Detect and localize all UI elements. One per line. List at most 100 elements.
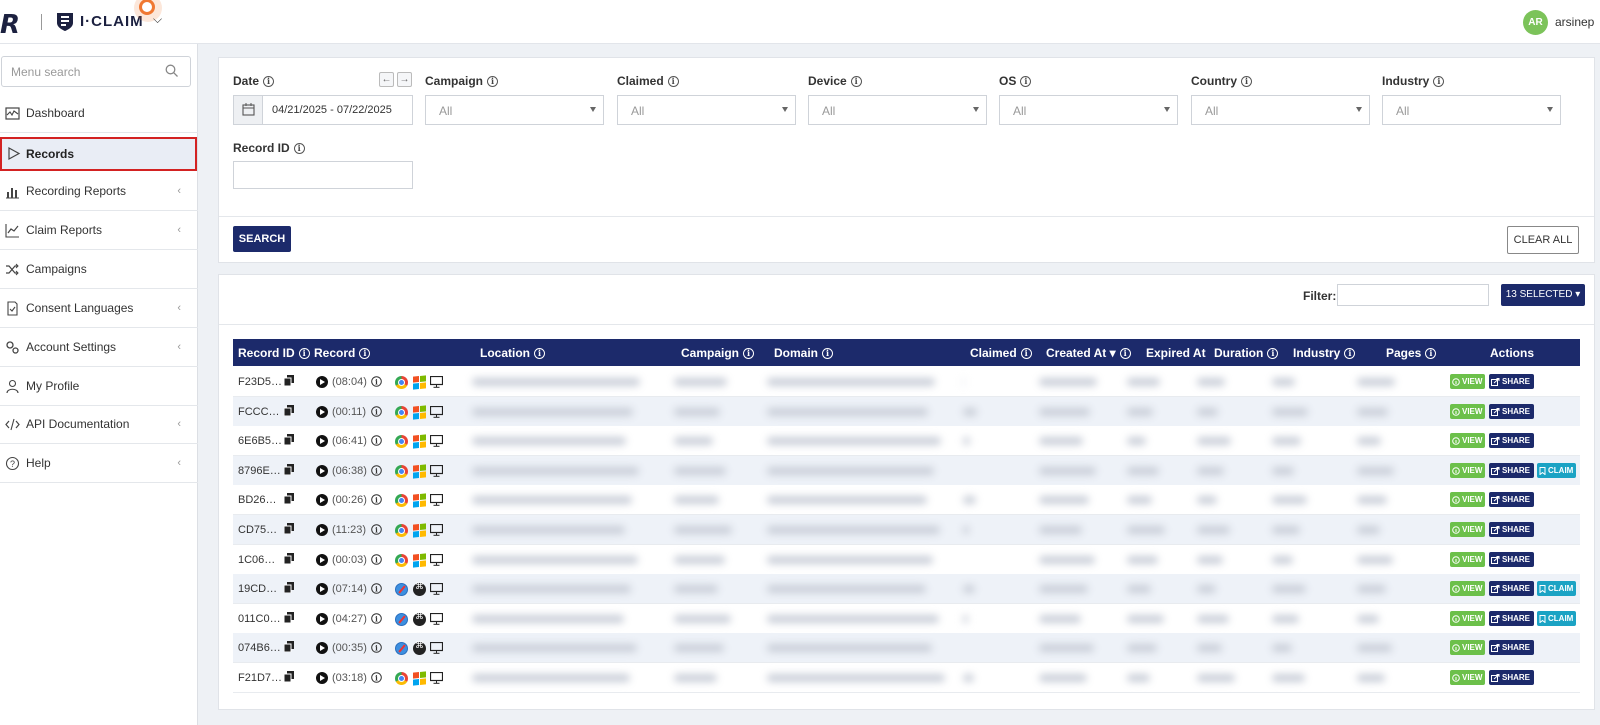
share-button[interactable]: SHARE [1489, 403, 1534, 419]
info-icon[interactable]: i [371, 583, 382, 597]
copy-icon[interactable] [283, 434, 294, 448]
info-icon[interactable]: i [667, 76, 679, 88]
sidebar-item-records[interactable]: Records [0, 137, 197, 171]
view-button[interactable]: VIEW [1450, 403, 1485, 419]
table-row[interactable]: 19CD… (07:14) i VIEW SHARE CLAIM [233, 574, 1580, 605]
info-icon[interactable]: i [263, 76, 275, 88]
claim-button[interactable]: CLAIM [1537, 610, 1576, 626]
play-icon[interactable] [316, 494, 328, 507]
info-icon[interactable]: i [371, 464, 382, 479]
info-icon[interactable]: i [371, 376, 382, 390]
claim-button[interactable]: CLAIM [1537, 581, 1576, 597]
record-id-input[interactable] [233, 161, 413, 189]
info-icon[interactable]: i [371, 642, 382, 656]
info-icon[interactable]: i [534, 348, 545, 360]
column-header-campaign[interactable]: Campaign i [681, 346, 755, 360]
view-button[interactable]: VIEW [1450, 610, 1485, 626]
avatar[interactable]: AR [1523, 10, 1548, 35]
share-button[interactable]: SHARE [1489, 640, 1534, 656]
info-icon[interactable]: i [1267, 348, 1279, 360]
play-icon[interactable] [316, 553, 328, 566]
info-icon[interactable]: i [487, 76, 499, 88]
copy-icon[interactable] [283, 671, 294, 685]
share-button[interactable]: SHARE [1489, 670, 1534, 685]
industry-select[interactable]: All [1382, 95, 1561, 125]
view-button[interactable]: VIEW [1450, 492, 1485, 508]
copy-icon[interactable] [283, 523, 294, 537]
date-next-button[interactable]: → [397, 72, 412, 87]
copy-icon[interactable] [283, 463, 294, 478]
table-filter-input[interactable] [1337, 284, 1489, 306]
column-header-domain[interactable]: Domain i [774, 346, 834, 360]
view-button[interactable]: VIEW [1450, 522, 1485, 537]
info-icon[interactable]: i [298, 348, 310, 360]
search-icon[interactable] [165, 64, 179, 78]
play-icon[interactable] [316, 583, 328, 596]
sidebar-item-account-settings[interactable]: Account Settings ‹ [0, 328, 198, 367]
view-button[interactable]: VIEW [1450, 433, 1485, 449]
date-prev-button[interactable]: ← [379, 72, 394, 87]
sidebar-item-claim-reports[interactable]: Claim Reports ‹ [0, 211, 198, 250]
table-row[interactable]: 074B6… (00:35) i VIEW SHARE [233, 633, 1580, 664]
play-icon[interactable] [316, 435, 328, 448]
table-row[interactable]: BD26… (00:26) i VIEW SHARE [233, 485, 1580, 516]
copy-icon[interactable] [283, 582, 294, 596]
column-header-expired-at[interactable]: Expired At [1146, 346, 1206, 360]
claim-button[interactable]: CLAIM [1537, 462, 1576, 478]
share-button[interactable]: SHARE [1489, 462, 1534, 478]
copy-icon[interactable] [283, 641, 294, 655]
play-icon[interactable] [316, 612, 328, 625]
brand-logo-icon[interactable]: R [0, 10, 20, 40]
share-button[interactable]: SHARE [1489, 522, 1534, 537]
sidebar-item-recording-reports[interactable]: Recording Reports ‹ [0, 172, 198, 211]
info-icon[interactable]: i [371, 494, 382, 508]
info-icon[interactable]: i [1425, 348, 1437, 360]
sidebar-item-api-documentation[interactable]: API Documentation ‹ [0, 405, 198, 444]
info-icon[interactable]: i [1020, 76, 1032, 88]
info-icon[interactable]: i [1433, 76, 1445, 88]
info-icon[interactable]: i [371, 672, 382, 686]
sidebar-item-consent-languages[interactable]: Consent Languages ‹ [0, 289, 198, 328]
share-button[interactable]: SHARE [1489, 374, 1534, 389]
menu-search-input[interactable] [2, 57, 152, 86]
table-row[interactable]: 011C0… (04:27) i VIEW SHARE CLAIM [233, 603, 1580, 634]
username[interactable]: arsinep [1555, 15, 1594, 29]
info-icon[interactable]: i [743, 348, 755, 360]
column-header-industry[interactable]: Industry i [1293, 346, 1356, 360]
info-icon[interactable]: i [1119, 348, 1131, 360]
info-icon[interactable]: i [1344, 348, 1356, 360]
os-select[interactable]: All [999, 95, 1178, 125]
column-header-claimed[interactable]: Claimed i [970, 346, 1032, 360]
search-button[interactable]: SEARCH [233, 226, 291, 252]
info-icon[interactable]: i [371, 435, 382, 449]
info-icon[interactable]: i [850, 76, 862, 88]
table-row[interactable]: 8796E… (06:38) i VIEW SHARE CLAIM [233, 455, 1580, 486]
country-select[interactable]: All [1191, 95, 1370, 125]
date-range-field[interactable]: 04/21/2025 - 07/22/2025 [233, 95, 413, 125]
column-header-location[interactable]: Location i [480, 346, 545, 360]
column-header-record-id[interactable]: Record ID i [238, 346, 310, 360]
copy-icon[interactable] [283, 404, 294, 419]
table-row[interactable]: CD75… (11:23) i VIEW SHARE [233, 515, 1580, 545]
info-icon[interactable]: i [371, 553, 382, 568]
play-icon[interactable] [316, 405, 328, 418]
info-icon[interactable]: i [371, 612, 382, 627]
view-button[interactable]: VIEW [1450, 640, 1485, 656]
sidebar-item-campaigns[interactable]: Campaigns [0, 250, 198, 289]
column-header-record[interactable]: Record i [314, 346, 371, 360]
copy-icon[interactable] [283, 552, 294, 567]
column-header-duration[interactable]: Duration i [1214, 346, 1279, 360]
table-row[interactable]: FCCC… (00:11) i VIEW SHARE [233, 396, 1580, 427]
play-icon[interactable] [316, 672, 328, 684]
claimed-select[interactable]: All [617, 95, 796, 125]
play-icon[interactable] [316, 464, 328, 477]
info-icon[interactable]: i [371, 524, 382, 538]
info-icon[interactable]: i [371, 405, 382, 420]
table-row[interactable]: 1C06… (00:03) i VIEW SHARE [233, 544, 1580, 575]
play-icon[interactable] [316, 642, 328, 655]
share-button[interactable]: SHARE [1489, 551, 1534, 567]
copy-icon[interactable] [283, 611, 294, 626]
column-header-pages[interactable]: Pages i [1386, 346, 1437, 360]
share-button[interactable]: SHARE [1489, 610, 1534, 626]
device-select[interactable]: All [808, 95, 987, 125]
